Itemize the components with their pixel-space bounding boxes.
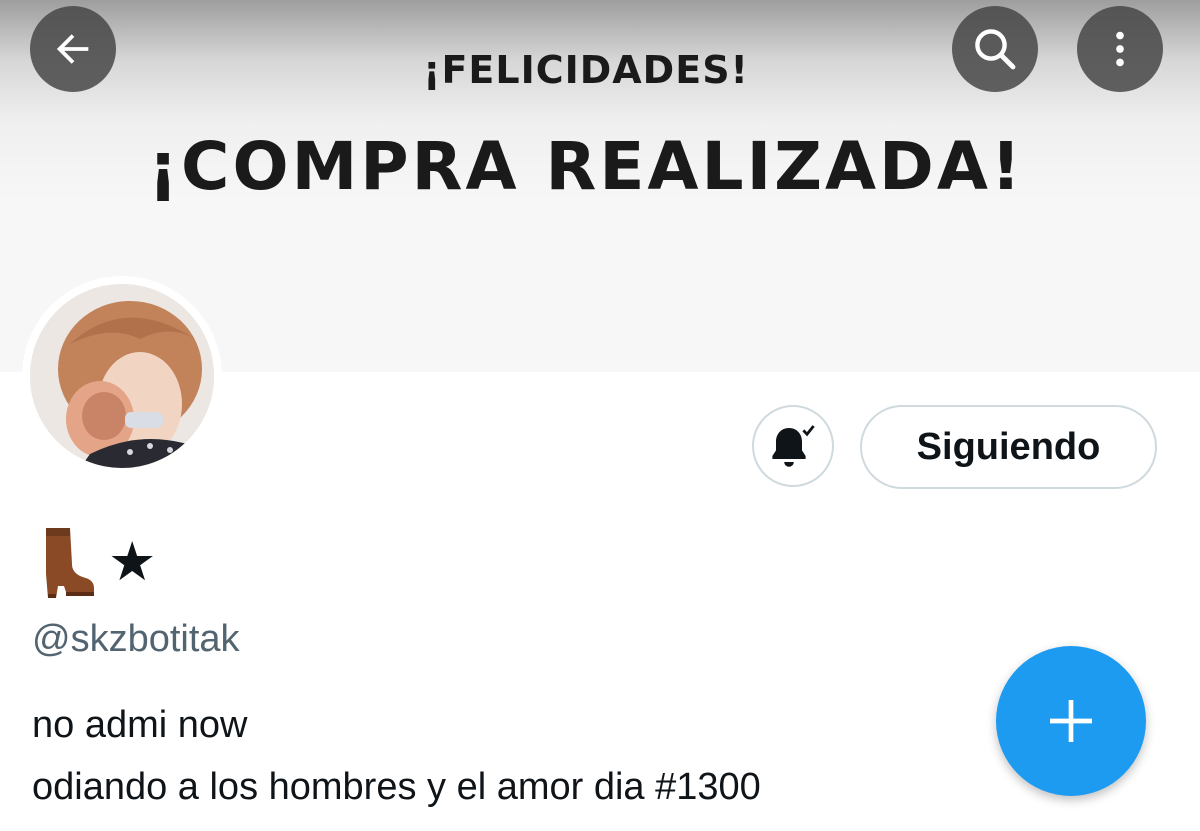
more-vertical-icon — [1116, 31, 1124, 67]
back-button[interactable] — [30, 6, 116, 92]
search-icon — [975, 29, 1016, 70]
user-handle: @skzbotitak — [32, 618, 240, 660]
bio-line-1: no admi now — [32, 704, 248, 746]
display-name-star: ★ — [108, 530, 157, 593]
more-options-button[interactable] — [1077, 6, 1163, 92]
banner-headline: ¡COMPRA REALIZADA! — [147, 128, 1025, 205]
bio-line-2: odiando a los hombres y el amor dia #130… — [32, 766, 761, 808]
notifications-button[interactable] — [752, 405, 834, 487]
boot-icon — [46, 528, 94, 598]
plus-icon — [1050, 700, 1092, 742]
arrow-left-icon — [56, 34, 89, 64]
bell-check-icon — [772, 425, 815, 467]
compose-button[interactable] — [996, 646, 1146, 796]
display-name: ★ — [32, 522, 156, 602]
following-button[interactable]: Siguiendo — [860, 405, 1157, 489]
avatar-photo — [30, 284, 214, 468]
search-button[interactable] — [952, 6, 1038, 92]
avatar[interactable] — [30, 284, 214, 468]
